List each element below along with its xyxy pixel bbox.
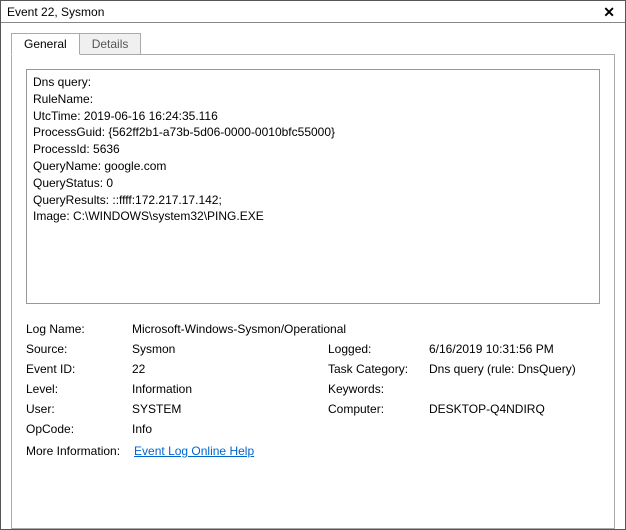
label-level: Level: xyxy=(26,382,126,396)
label-log-name: Log Name: xyxy=(26,322,126,336)
event-properties-window: Event 22, Sysmon ✕ General Details Dns q… xyxy=(0,0,626,530)
label-opcode: OpCode: xyxy=(26,422,126,436)
value-user: SYSTEM xyxy=(132,402,322,416)
label-task-category: Task Category: xyxy=(328,362,423,376)
value-task-category: Dns query (rule: DnsQuery) xyxy=(429,362,589,376)
event-properties-grid: Log Name: Microsoft-Windows-Sysmon/Opera… xyxy=(26,322,600,436)
title-bar: Event 22, Sysmon ✕ xyxy=(1,1,625,23)
value-opcode: Info xyxy=(132,422,589,436)
tab-details[interactable]: Details xyxy=(79,33,142,54)
value-source: Sysmon xyxy=(132,342,322,356)
label-event-id: Event ID: xyxy=(26,362,126,376)
window-title: Event 22, Sysmon xyxy=(7,5,104,19)
label-logged: Logged: xyxy=(328,342,423,356)
event-description-textbox[interactable]: Dns query: RuleName: UtcTime: 2019-06-16… xyxy=(26,69,600,304)
tab-content-general: Dns query: RuleName: UtcTime: 2019-06-16… xyxy=(11,54,615,529)
tab-area: General Details Dns query: RuleName: Utc… xyxy=(1,23,625,529)
label-user: User: xyxy=(26,402,126,416)
value-computer: DESKTOP-Q4NDIRQ xyxy=(429,402,589,416)
more-info-row: More Information: Event Log Online Help xyxy=(26,444,600,458)
tab-strip: General Details xyxy=(11,33,615,54)
label-source: Source: xyxy=(26,342,126,356)
tab-general[interactable]: General xyxy=(11,33,80,55)
value-logged: 6/16/2019 10:31:56 PM xyxy=(429,342,589,356)
value-level: Information xyxy=(132,382,322,396)
label-computer: Computer: xyxy=(328,402,423,416)
label-more-info: More Information: xyxy=(26,444,120,458)
label-keywords: Keywords: xyxy=(328,382,423,396)
value-event-id: 22 xyxy=(132,362,322,376)
close-icon[interactable]: ✕ xyxy=(599,5,619,19)
value-log-name: Microsoft-Windows-Sysmon/Operational xyxy=(132,322,589,336)
event-log-help-link[interactable]: Event Log Online Help xyxy=(134,444,254,458)
